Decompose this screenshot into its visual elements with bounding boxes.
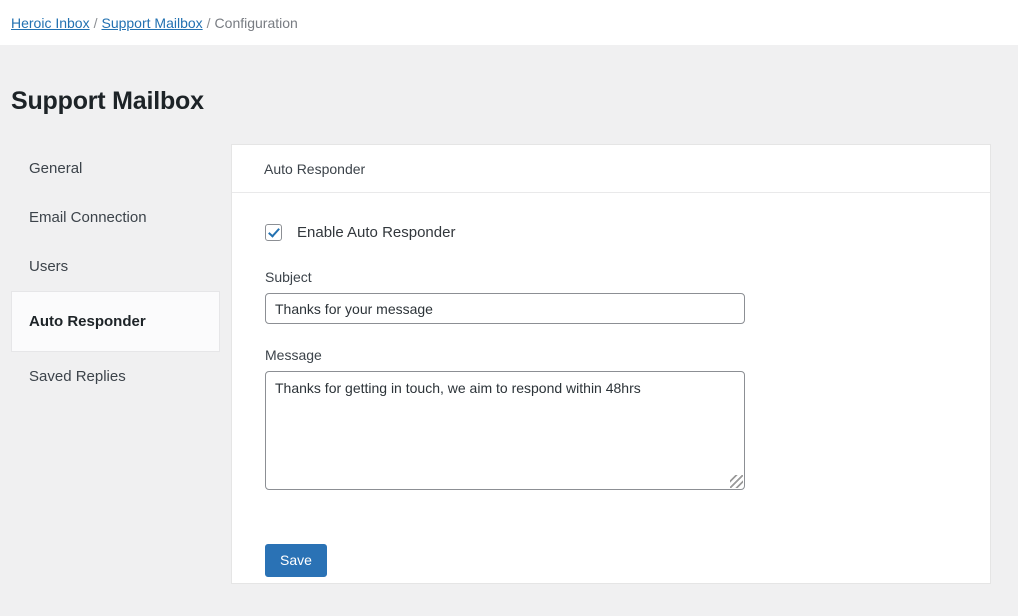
message-label: Message xyxy=(265,347,990,363)
page-title: Support Mailbox xyxy=(0,45,1018,116)
sidebar-item-email-connection[interactable]: Email Connection xyxy=(11,193,220,242)
breadcrumb-link-support-mailbox[interactable]: Support Mailbox xyxy=(101,15,202,31)
resize-handle-icon[interactable] xyxy=(730,475,743,488)
save-button[interactable]: Save xyxy=(265,544,327,577)
sidebar-item-saved-replies[interactable]: Saved Replies xyxy=(11,352,220,401)
subject-field-group: Subject xyxy=(265,269,990,324)
subject-label: Subject xyxy=(265,269,990,285)
message-textarea[interactable] xyxy=(265,371,745,490)
main-content: General Email Connection Users Auto Resp… xyxy=(0,116,1018,584)
card-body: Enable Auto Responder Subject Message Sa… xyxy=(232,193,990,577)
auto-responder-card: Auto Responder Enable Auto Responder Sub… xyxy=(231,144,991,584)
enable-auto-responder-row: Enable Auto Responder xyxy=(265,224,990,241)
subject-input[interactable] xyxy=(265,293,745,324)
sidebar-item-users[interactable]: Users xyxy=(11,242,220,291)
breadcrumb-bar: Heroic Inbox/Support Mailbox/Configurati… xyxy=(0,0,1018,45)
settings-sidebar: General Email Connection Users Auto Resp… xyxy=(0,144,231,401)
sidebar-item-auto-responder[interactable]: Auto Responder xyxy=(11,291,220,352)
breadcrumb-separator-1: / xyxy=(94,15,98,31)
enable-auto-responder-checkbox[interactable] xyxy=(265,224,282,241)
breadcrumb-link-heroic-inbox[interactable]: Heroic Inbox xyxy=(11,15,90,31)
message-field-group: Message xyxy=(265,347,990,490)
breadcrumb: Heroic Inbox/Support Mailbox/Configurati… xyxy=(11,16,298,30)
enable-auto-responder-label[interactable]: Enable Auto Responder xyxy=(297,224,455,241)
breadcrumb-current: Configuration xyxy=(215,15,298,31)
sidebar-item-general[interactable]: General xyxy=(11,144,220,193)
card-header-title: Auto Responder xyxy=(232,145,990,193)
breadcrumb-separator-2: / xyxy=(207,15,211,31)
message-textarea-wrapper xyxy=(265,371,745,490)
